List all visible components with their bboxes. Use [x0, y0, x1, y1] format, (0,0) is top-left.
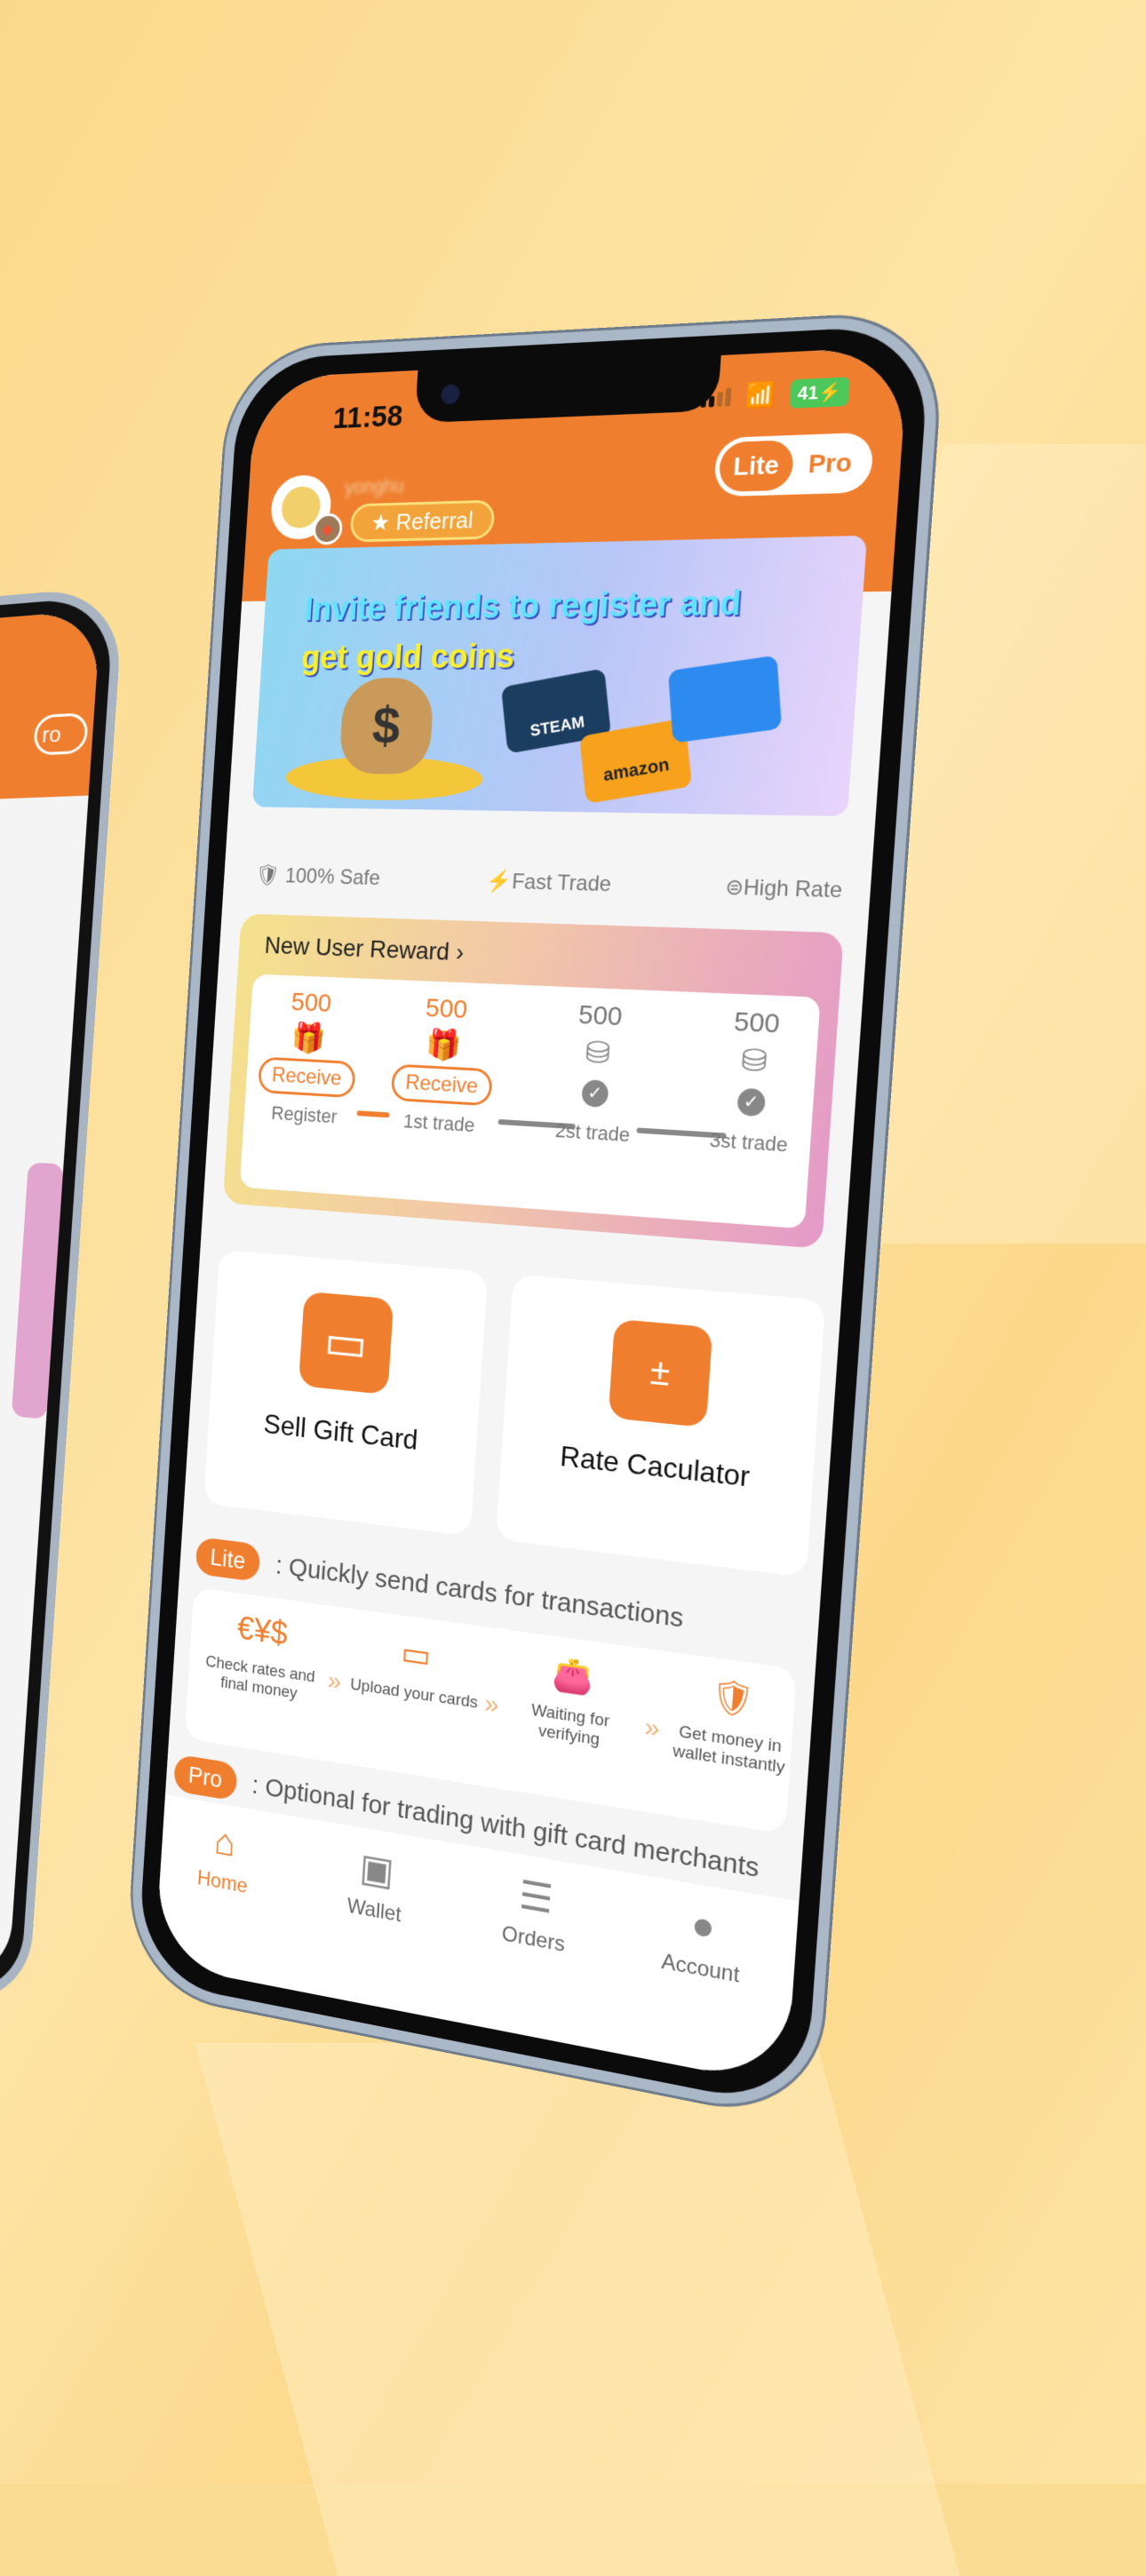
- feature-row: 🛡 100% Safe ⚡Fast Trade ⊜High Rate: [255, 863, 843, 903]
- feature-safe: 🛡 100% Safe: [255, 863, 381, 891]
- orders-icon: ☰: [517, 1872, 555, 1923]
- reward-step: 500 ⛁ ✓ 3st trade: [680, 1005, 827, 1159]
- chevron-double-icon: »: [326, 1666, 343, 1697]
- card-icon: ▭: [298, 1291, 394, 1395]
- status-time: 11:58: [331, 399, 404, 436]
- currency-exchange-icon: €¥$: [235, 1610, 289, 1653]
- sell-gift-card-label: Sell Gift Card: [262, 1407, 419, 1456]
- tab-home[interactable]: ⌂ Home: [167, 1812, 281, 1904]
- gift-icon: 🎁: [290, 1021, 328, 1056]
- toggle-lite[interactable]: Lite: [718, 440, 795, 493]
- money-bag-icon: $: [338, 677, 435, 775]
- sell-gift-card-button[interactable]: ▭ Sell Gift Card: [203, 1249, 489, 1537]
- gift-icon: 🎁: [425, 1028, 464, 1063]
- rate-calculator-button[interactable]: ± Rate Caculator: [495, 1274, 826, 1578]
- tab-wallet[interactable]: ▣ Wallet: [316, 1838, 436, 1933]
- pro-badge: Pro: [173, 1753, 238, 1801]
- feature-rate: ⊜High Rate: [724, 875, 843, 903]
- receive-button[interactable]: Receive: [257, 1056, 357, 1099]
- flow-step: ▭ Upload your cards: [347, 1626, 484, 1713]
- star-icon: ★: [370, 509, 392, 537]
- feature-fast: ⚡Fast Trade: [485, 869, 612, 897]
- rate-calculator-label: Rate Caculator: [559, 1439, 752, 1493]
- chevron-double-icon: »: [483, 1689, 500, 1721]
- reward-step: 500 🎁 Receive 1st trade: [376, 991, 511, 1139]
- card-upload-icon: ▭: [400, 1634, 433, 1676]
- referral-button[interactable]: ★ Referral: [349, 499, 496, 543]
- wifi-icon: 📶: [744, 380, 777, 409]
- person-icon: ●: [689, 1901, 717, 1951]
- reward-title[interactable]: New User Reward ›: [264, 932, 830, 982]
- banner-subtitle: get gold coins: [300, 638, 516, 677]
- tab-orders[interactable]: ☰ Orders: [473, 1865, 598, 1963]
- check-icon: ✓: [581, 1079, 609, 1109]
- phone-mockup: 11:58 📶 41⚡ ◆ yonghu ★ Referral Lite Pro…: [126, 312, 944, 2124]
- banner-title: Invite friends to register and: [303, 584, 743, 629]
- app-screen: 11:58 📶 41⚡ ◆ yonghu ★ Referral Lite Pro…: [154, 346, 910, 2087]
- lite-badge: Lite: [195, 1536, 261, 1583]
- check-icon: ✓: [736, 1087, 767, 1117]
- flow-step: 🛡 Get money in wallet instantly: [656, 1669, 808, 1781]
- invite-banner[interactable]: Invite friends to register and get gold …: [251, 535, 868, 816]
- new-user-reward-card: New User Reward › 500 🎁 Receive Register…: [222, 913, 844, 1249]
- home-icon: ⌂: [212, 1819, 237, 1865]
- username: yonghu: [344, 474, 405, 498]
- tab-account[interactable]: ● Account: [637, 1893, 768, 1993]
- chevron-right-icon: ›: [455, 938, 466, 966]
- shield-check-icon: 🛡: [709, 1676, 756, 1721]
- reward-step: 500 ⛁ ✓ 2st trade: [527, 998, 667, 1149]
- apple-card-image: [668, 655, 783, 743]
- receive-button[interactable]: Receive: [390, 1063, 494, 1107]
- flow-step: €¥$ Check rates and final money: [195, 1605, 328, 1707]
- battery-icon: 41⚡: [789, 377, 850, 409]
- coins-icon: ⛁: [739, 1043, 768, 1079]
- toggle-pro[interactable]: Pro: [792, 437, 870, 490]
- wallet-icon: 👛: [551, 1654, 595, 1698]
- mode-toggle[interactable]: Lite Pro: [712, 432, 875, 497]
- calculator-icon: ±: [608, 1318, 713, 1428]
- status-icons: 📶 41⚡: [700, 377, 850, 412]
- flow-step: 👛 Waiting for verifying: [499, 1647, 644, 1756]
- coins-icon: ⛁: [584, 1035, 612, 1071]
- reward-step: 500 🎁 Receive Register: [243, 986, 373, 1130]
- wallet-icon: ▣: [358, 1845, 395, 1895]
